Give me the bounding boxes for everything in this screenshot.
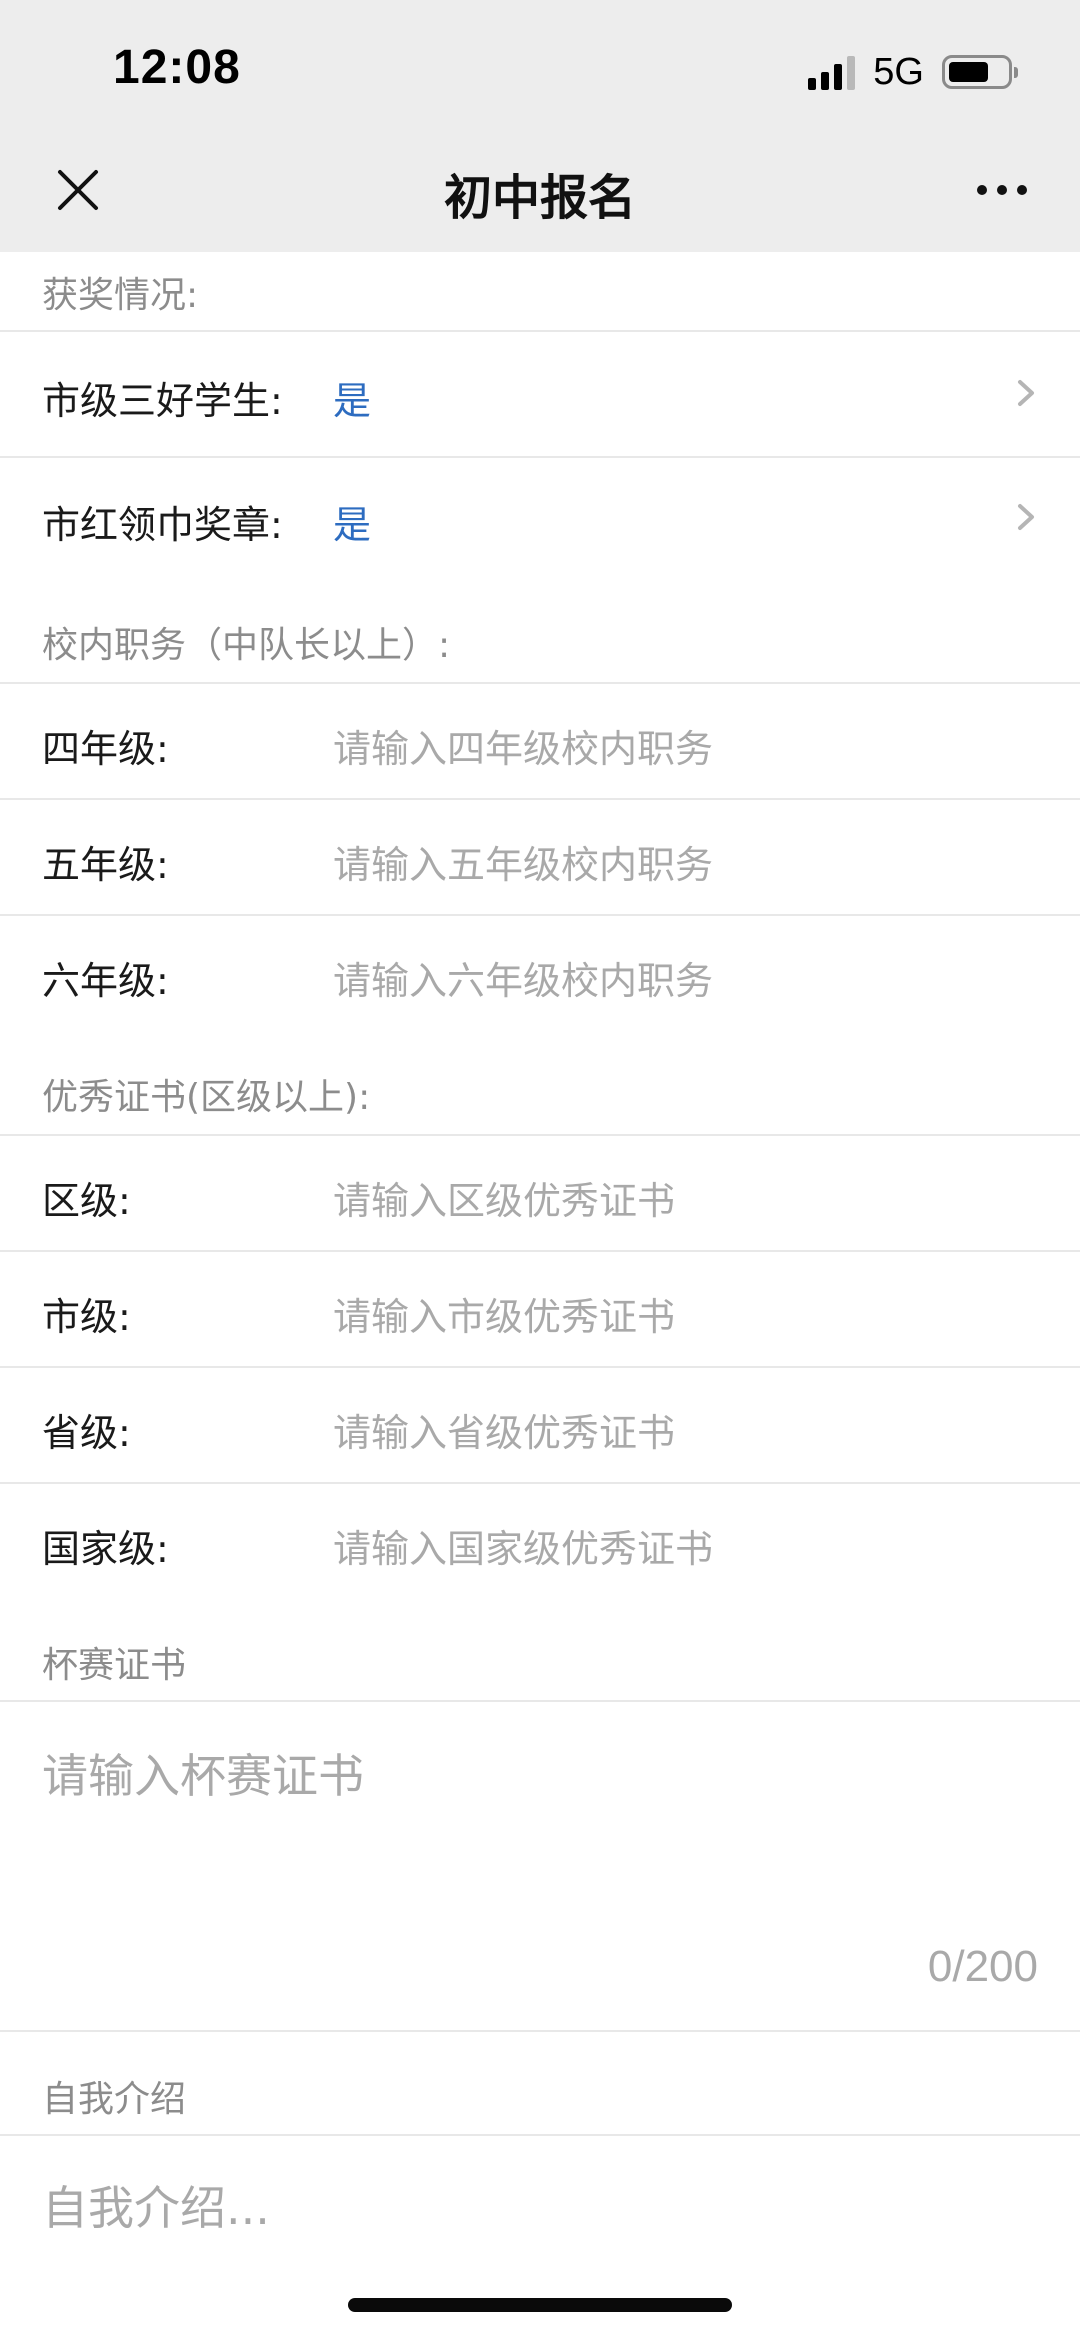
battery-fill: [949, 62, 989, 82]
certificate-label: 区级:: [42, 1179, 131, 1223]
certificate-label: 国家级:: [42, 1527, 169, 1571]
award-label: 市级三好学生:: [42, 379, 283, 423]
duty-label: 六年级:: [42, 959, 169, 1003]
network-type: 5G: [873, 50, 924, 93]
duty-input[interactable]: 请输入四年级校内职务: [333, 718, 713, 773]
more-button[interactable]: [972, 170, 1032, 210]
divider: [0, 1250, 1080, 1252]
duties-header: 校内职务（中队长以上）:: [42, 625, 451, 666]
intro-textarea-placeholder: 自我介绍...: [42, 2181, 270, 2235]
divider: [0, 2030, 1080, 2032]
signal-icon: [808, 54, 856, 90]
top-bar: 12:08 5G 初中报名: [0, 0, 1080, 252]
char-counter: 0/200: [927, 1942, 1038, 1991]
duty-label: 四年级:: [42, 727, 169, 771]
certificate-label: 省级:: [42, 1411, 131, 1455]
divider: [0, 330, 1080, 332]
form-content: 获奖情况: 市级三好学生: 是 市红领巾奖章: 是 校内职务（中队长以上）: 四…: [0, 252, 1080, 2337]
cup-header: 杯赛证书: [42, 1645, 187, 1686]
cup-textarea-placeholder: 请输入杯赛证书: [42, 1749, 364, 1803]
divider: [0, 1366, 1080, 1368]
divider: [0, 456, 1080, 458]
divider: [0, 1482, 1080, 1484]
duty-input[interactable]: 请输入五年级校内职务: [333, 834, 713, 889]
chevron-right-icon: [1018, 504, 1034, 530]
divider: [0, 2134, 1080, 2136]
divider: [0, 914, 1080, 916]
divider: [0, 1700, 1080, 1702]
award-label: 市红领巾奖章:: [42, 503, 283, 547]
more-icon: [977, 185, 1027, 195]
battery-icon: [942, 55, 1018, 89]
divider: [0, 1134, 1080, 1136]
certificate-input[interactable]: 请输入市级优秀证书: [333, 1286, 675, 1341]
status-time: 12:08: [113, 41, 241, 94]
award-value: 是: [333, 503, 372, 547]
award-value: 是: [333, 379, 372, 423]
page-title: 初中报名: [443, 170, 636, 226]
certificate-input[interactable]: 请输入省级优秀证书: [333, 1402, 675, 1457]
duty-input[interactable]: 请输入六年级校内职务: [333, 950, 713, 1005]
intro-header: 自我介绍: [42, 2079, 187, 2120]
home-indicator[interactable]: [348, 2298, 732, 2312]
duty-label: 五年级:: [42, 843, 169, 887]
chevron-right-icon: [1018, 380, 1034, 406]
awards-header: 获奖情况:: [42, 275, 199, 316]
status-indicators: 5G: [808, 50, 1018, 94]
certificate-input[interactable]: 请输入国家级优秀证书: [333, 1518, 713, 1573]
divider: [0, 682, 1080, 684]
certificates-header: 优秀证书(区级以上):: [42, 1077, 371, 1118]
divider: [0, 798, 1080, 800]
certificate-input[interactable]: 请输入区级优秀证书: [333, 1170, 675, 1225]
certificate-label: 市级:: [42, 1295, 131, 1339]
